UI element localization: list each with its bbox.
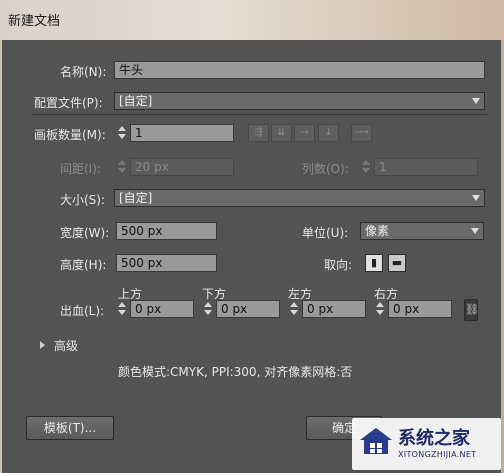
bleed-top-input[interactable]: 0 px [130, 300, 194, 318]
size-select[interactable]: [自定] [114, 189, 485, 207]
size-select-value: [自定] [119, 191, 153, 205]
bleed-top-stepper[interactable] [116, 300, 128, 318]
house-logo-icon [360, 428, 392, 454]
landscape-icon[interactable]: ▬ [388, 254, 406, 272]
advanced-label[interactable]: 高级 [54, 337, 78, 354]
title-bar: 新建文档 [0, 0, 504, 40]
units-select-value: 像素 [365, 224, 390, 238]
document-summary: 颜色模式:CMYK, PPI:300, 对齐像素网格:否 [118, 365, 353, 379]
templates-button[interactable]: 模板(T)... [26, 416, 114, 440]
bleed-right-input[interactable]: 0 px [388, 300, 452, 318]
spacing-label: 间距(I): [60, 162, 101, 176]
bleed-left-stepper[interactable] [288, 300, 300, 318]
width-label: 宽度(W): [60, 226, 110, 240]
arrange-column-icon[interactable]: ↓ [318, 124, 339, 142]
profile-select[interactable]: [自定] [114, 92, 485, 110]
portrait-icon[interactable]: ▮ [365, 254, 383, 272]
link-icon[interactable]: ⛓ [464, 299, 479, 321]
chevron-down-icon [472, 98, 480, 104]
columns-input[interactable]: 1 [374, 158, 478, 176]
bleed-bottom-input[interactable]: 0 px [216, 300, 280, 318]
profile-select-value: [自定] [119, 94, 153, 108]
artboards-input[interactable]: 1 [130, 124, 234, 142]
window-title: 新建文档 [8, 14, 61, 29]
watermark-url: XITONGZHIJIA.NET [398, 450, 477, 459]
grid-by-row-icon[interactable]: ⇶ [248, 124, 269, 142]
spacing-input[interactable]: 20 px [130, 158, 234, 176]
name-label: 名称(N): [60, 65, 107, 79]
units-select[interactable]: 像素 [360, 222, 484, 240]
watermark: 系统之家 XITONGZHIJIA.NET [352, 418, 501, 470]
chevron-down-icon [472, 195, 480, 201]
height-label: 高度(H): [60, 258, 107, 272]
width-input[interactable]: 500 px [116, 222, 217, 240]
arrange-row-icon[interactable]: → [294, 124, 315, 142]
grid-by-column-icon[interactable]: ⇊ [271, 124, 292, 142]
units-label: 单位(U): [302, 226, 349, 240]
size-label: 大小(S): [60, 193, 106, 207]
artboards-stepper[interactable] [116, 124, 128, 142]
artboards-label: 画板数量(M): [34, 128, 106, 142]
columns-label: 列数(O): [302, 162, 349, 176]
bleed-bottom-stepper[interactable] [202, 300, 214, 318]
height-input[interactable]: 500 px [116, 254, 217, 272]
profile-label: 配置文件(P): [34, 96, 103, 110]
chevron-down-icon [471, 228, 479, 234]
bleed-right-stepper[interactable] [374, 300, 386, 318]
watermark-text: 系统之家 [398, 428, 470, 449]
right-arrow-icon[interactable]: ⟶ [351, 124, 372, 142]
new-document-dialog: 名称(N): 牛头 配置文件(P): [自定] 画板数量(M): 1 ⇶ ⇊ →… [2, 40, 501, 473]
orientation-label: 取向: [324, 258, 353, 272]
section-divider [32, 114, 487, 115]
spacing-stepper[interactable] [116, 158, 128, 176]
bleed-left-input[interactable]: 0 px [302, 300, 366, 318]
name-input[interactable]: 牛头 [114, 61, 485, 79]
columns-stepper[interactable] [360, 158, 372, 176]
disclosure-triangle-icon[interactable] [40, 341, 45, 349]
bleed-label: 出血(L): [60, 304, 105, 318]
